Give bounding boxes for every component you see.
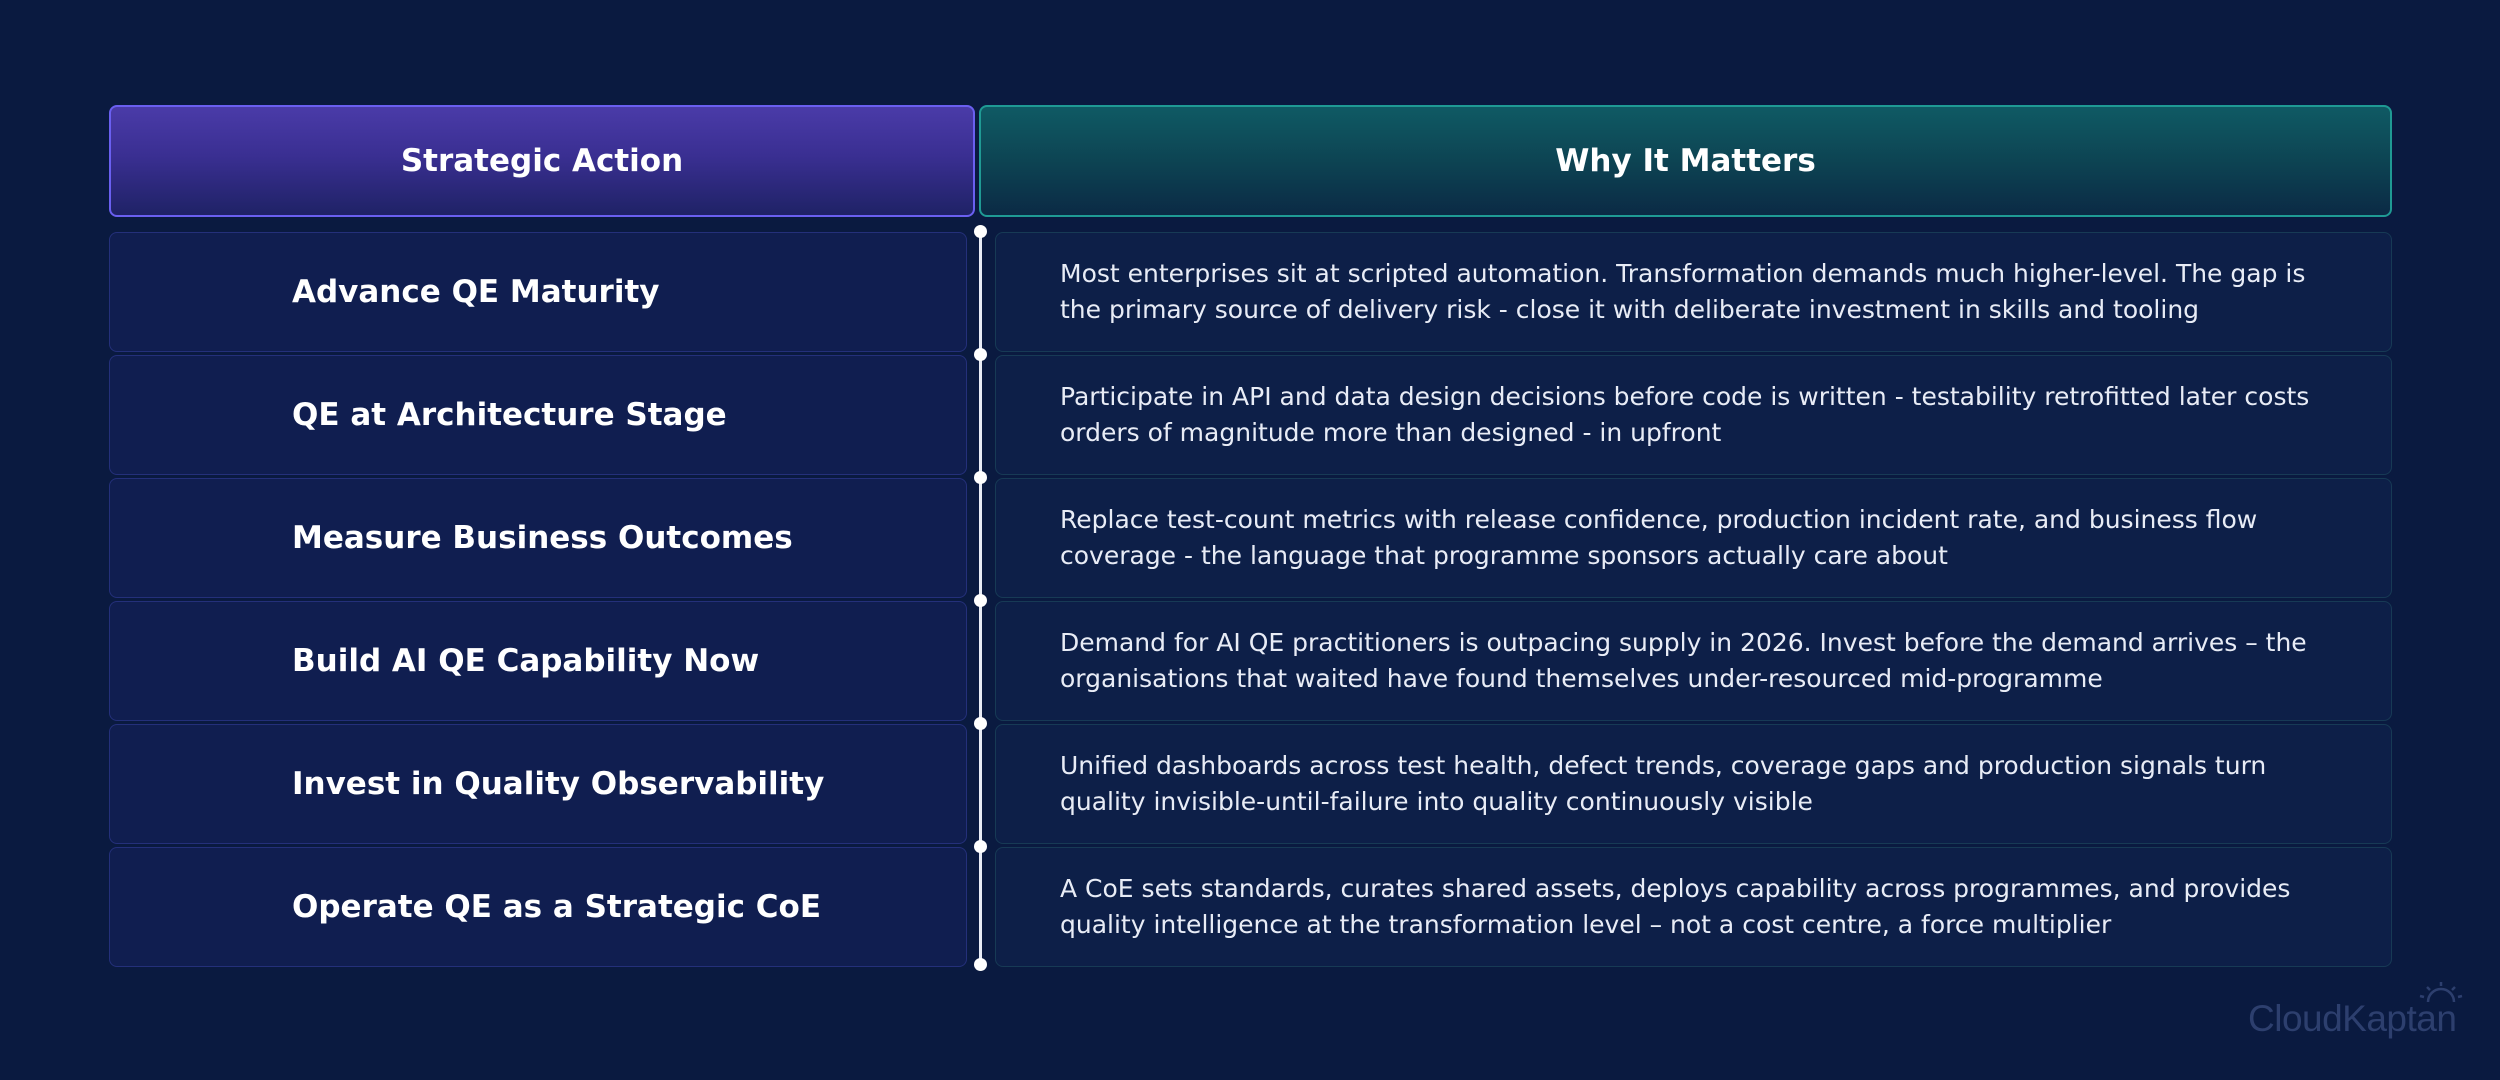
table-row: QE at Architecture Stage Participate in … [0, 355, 2500, 475]
action-label: QE at Architecture Stage [292, 397, 727, 433]
action-label: Build AI QE Capability Now [292, 643, 760, 679]
table-row: Advance QE Maturity Most enterprises sit… [0, 232, 2500, 352]
timeline-dot [974, 840, 987, 853]
timeline-dot [974, 471, 987, 484]
why-card: Most enterprises sit at scripted automat… [995, 232, 2392, 352]
slide: Strategic Action Why It Matters Advance … [0, 0, 2500, 1080]
action-card: Invest in Quality Observability [109, 724, 967, 844]
action-card: QE at Architecture Stage [109, 355, 967, 475]
timeline-dot [974, 594, 987, 607]
timeline-dot [974, 717, 987, 730]
table-row: Invest in Quality Observability Unified … [0, 724, 2500, 844]
timeline-dot [974, 348, 987, 361]
action-card: Measure Business Outcomes [109, 478, 967, 598]
table-row: Measure Business Outcomes Replace test-c… [0, 478, 2500, 598]
timeline-dot [974, 958, 987, 971]
table-row: Operate QE as a Strategic CoE A CoE sets… [0, 847, 2500, 967]
why-card: Unified dashboards across test health, d… [995, 724, 2392, 844]
why-description: Demand for AI QE practitioners is outpac… [1060, 628, 2307, 693]
why-description: Replace test-count metrics with release … [1060, 505, 2258, 570]
why-card: Participate in API and data design decis… [995, 355, 2392, 475]
why-description: Unified dashboards across test health, d… [1060, 751, 2267, 816]
why-description: Most enterprises sit at scripted automat… [1060, 259, 2306, 324]
why-description: Participate in API and data design decis… [1060, 382, 2310, 447]
action-label: Advance QE Maturity [292, 274, 660, 310]
table-row: Build AI QE Capability Now Demand for AI… [0, 601, 2500, 721]
action-card: Operate QE as a Strategic CoE [109, 847, 967, 967]
action-label: Invest in Quality Observability [292, 766, 825, 802]
why-card: Replace test-count metrics with release … [995, 478, 2392, 598]
timeline-dot [974, 225, 987, 238]
action-card: Build AI QE Capability Now [109, 601, 967, 721]
brand-logo: CloudKaptan [2248, 998, 2457, 1039]
why-card: A CoE sets standards, curates shared ass… [995, 847, 2392, 967]
why-card: Demand for AI QE practitioners is outpac… [995, 601, 2392, 721]
action-label: Operate QE as a Strategic CoE [292, 889, 822, 925]
rows-container: Advance QE Maturity Most enterprises sit… [0, 0, 2500, 1080]
action-label: Measure Business Outcomes [292, 520, 793, 556]
why-description: A CoE sets standards, curates shared ass… [1060, 874, 2291, 939]
action-card: Advance QE Maturity [109, 232, 967, 352]
